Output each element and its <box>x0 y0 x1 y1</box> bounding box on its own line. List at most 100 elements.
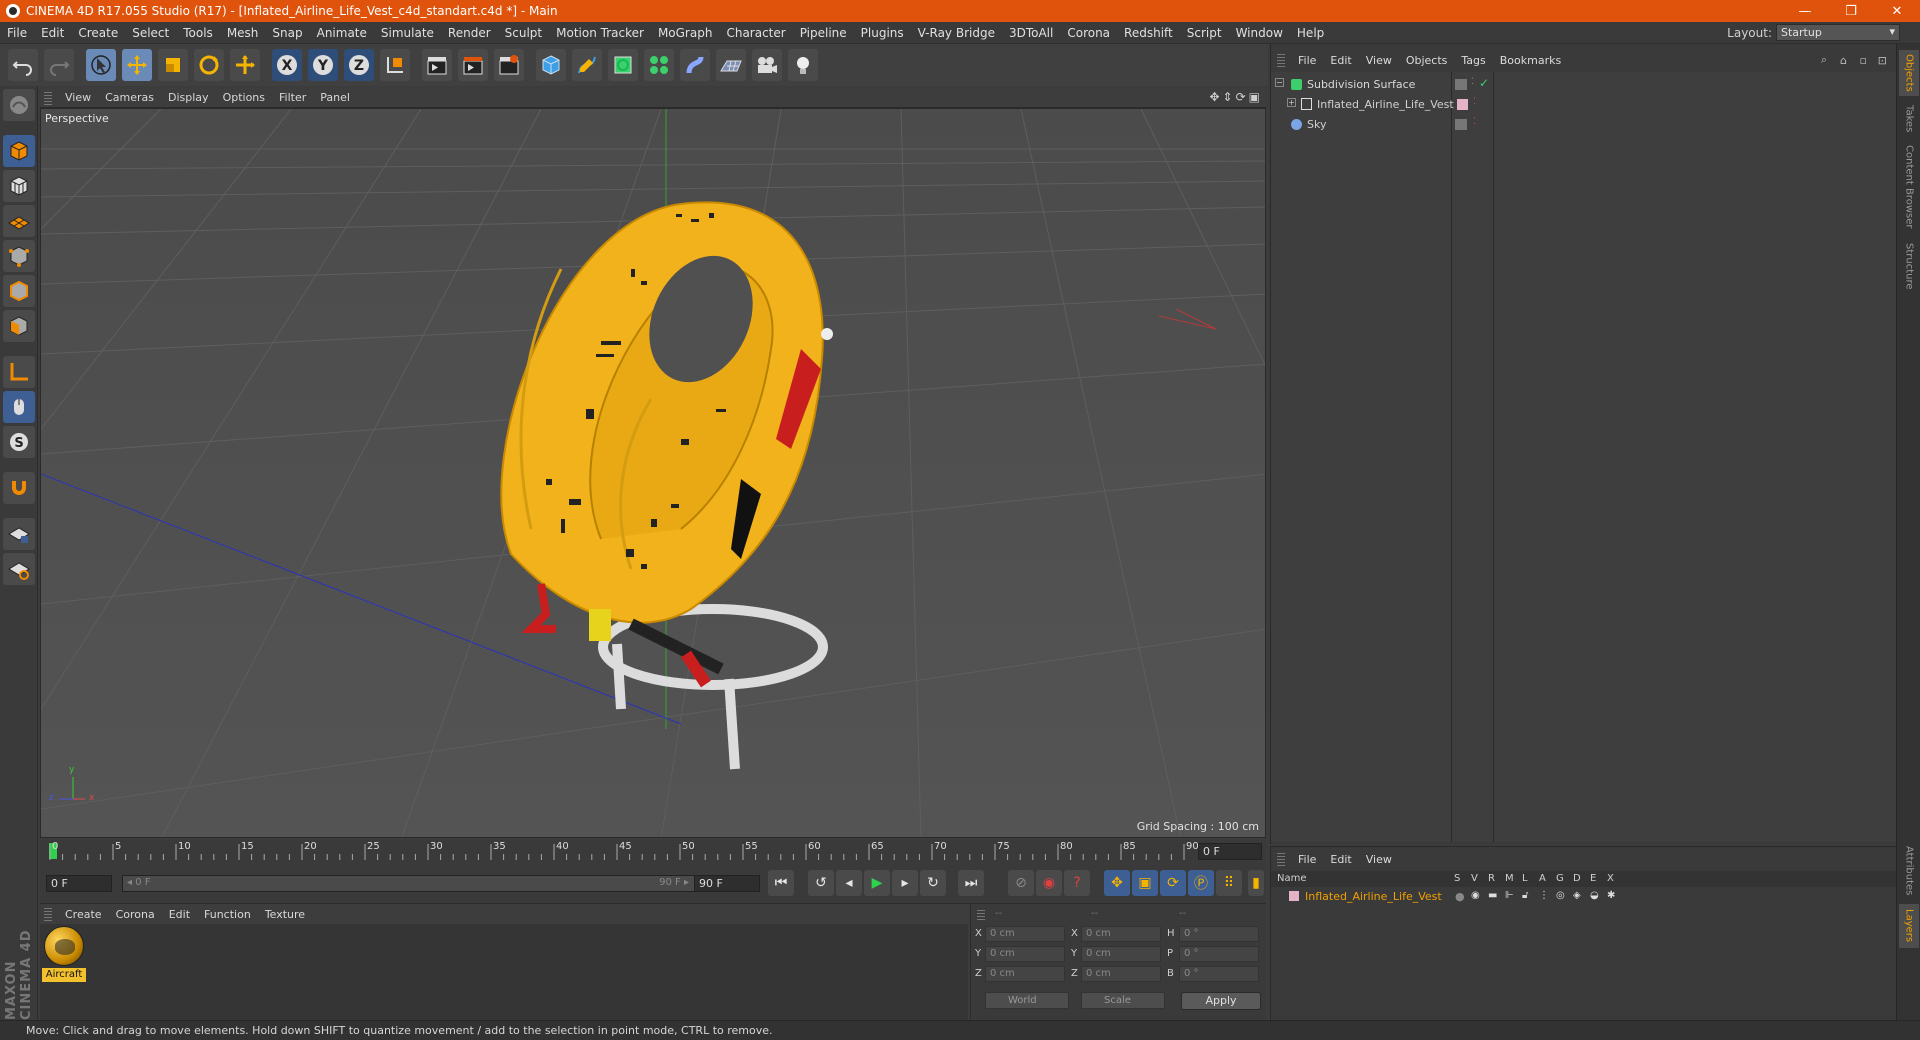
end-frame-field[interactable]: 90 F <box>694 875 760 892</box>
menu-sculpt[interactable]: Sculpt <box>498 26 549 40</box>
render-icon[interactable]: ▬ <box>1488 890 1497 901</box>
rotate-tool-button[interactable] <box>194 49 224 81</box>
record-active-objects-button[interactable]: ⊘ <box>1008 870 1034 896</box>
redo-button[interactable] <box>44 49 74 81</box>
om-menu-file[interactable]: File <box>1291 54 1323 67</box>
key-parameter-button[interactable]: Ⓟ <box>1188 870 1214 896</box>
cloner-button[interactable] <box>644 49 674 81</box>
scale-tool-button[interactable] <box>158 49 188 81</box>
go-to-start-button[interactable]: ⏮ <box>768 870 794 896</box>
col-solo[interactable]: S <box>1454 873 1460 884</box>
points-mode-button[interactable] <box>2 240 35 272</box>
orbit-view-icon[interactable]: ⟳ <box>1236 90 1246 104</box>
material-menu-create[interactable]: Create <box>58 908 109 921</box>
tab-layers[interactable]: Layers <box>1899 904 1919 948</box>
col-xref[interactable]: X <box>1607 873 1614 884</box>
menu-plugins[interactable]: Plugins <box>854 26 911 40</box>
tab-attributes[interactable]: Attributes <box>1899 844 1919 898</box>
layout-select[interactable]: Startup <box>1776 24 1900 41</box>
menu-render[interactable]: Render <box>441 26 498 40</box>
camera-button[interactable] <box>752 49 782 81</box>
menu-vray-bridge[interactable]: V-Ray Bridge <box>911 26 1002 40</box>
tab-takes[interactable]: Takes <box>1899 102 1919 136</box>
visibility-dots-icon[interactable]: ⁚ <box>1471 77 1474 87</box>
render-settings-button[interactable] <box>494 49 524 81</box>
col-expressions[interactable]: E <box>1590 873 1596 884</box>
lm-menu-edit[interactable]: Edit <box>1323 853 1358 866</box>
pen-spline-button[interactable] <box>572 49 602 81</box>
play-button[interactable]: ▶ <box>864 870 890 896</box>
eye-icon[interactable]: ◉ <box>1471 890 1480 901</box>
col-render[interactable]: R <box>1488 873 1495 884</box>
menu-redshift[interactable]: Redshift <box>1117 26 1180 40</box>
size-mode-dropdown[interactable]: Scale <box>1081 992 1165 1009</box>
tweak-mode-button[interactable] <box>2 391 35 423</box>
menu-edit[interactable]: Edit <box>34 26 71 40</box>
menu-script[interactable]: Script <box>1180 26 1229 40</box>
snap-button[interactable] <box>2 472 35 504</box>
viewport-camera-label[interactable]: Perspective <box>45 112 109 125</box>
expression-icon[interactable]: ◒ <box>1590 890 1599 901</box>
visibility-dots-icon[interactable]: ⁚ <box>1473 97 1476 107</box>
rot-p-field[interactable]: 0 ° <box>1179 946 1259 962</box>
expand-toggle-icon[interactable]: + <box>1287 98 1296 107</box>
search-icon[interactable]: ⌕ <box>1821 53 1827 67</box>
menu-mograph[interactable]: MoGraph <box>651 26 720 40</box>
x-axis-lock-button[interactable]: X <box>272 49 302 81</box>
viewport-menu-options[interactable]: Options <box>216 91 272 104</box>
object-name[interactable]: Sky <box>1307 118 1326 131</box>
viewport-menu-filter[interactable]: Filter <box>272 91 313 104</box>
autokeying-button[interactable]: ◉ <box>1036 870 1062 896</box>
key-rotation-button[interactable]: ⟳ <box>1160 870 1186 896</box>
live-selection-button[interactable] <box>86 49 116 81</box>
workplane-mode-button[interactable] <box>2 205 35 237</box>
lm-menu-file[interactable]: File <box>1291 853 1323 866</box>
z-axis-lock-button[interactable]: Z <box>344 49 374 81</box>
restore-button[interactable]: ❐ <box>1828 0 1874 22</box>
menu-pipeline[interactable]: Pipeline <box>793 26 854 40</box>
undo-button[interactable] <box>8 49 38 81</box>
col-deformers[interactable]: D <box>1573 873 1581 884</box>
material-menu-corona[interactable]: Corona <box>109 908 162 921</box>
om-menu-edit[interactable]: Edit <box>1323 54 1358 67</box>
layer-color-swatch[interactable] <box>1289 891 1299 901</box>
minimize-button[interactable]: — <box>1782 0 1828 22</box>
sculpt-mode-button[interactable] <box>2 89 35 121</box>
transform-tool-button[interactable] <box>230 49 260 81</box>
menu-tools[interactable]: Tools <box>176 26 220 40</box>
key-position-button[interactable]: ✥ <box>1104 870 1130 896</box>
object-row-subdivision[interactable]: − Subdivision Surface ⁚ ✓ <box>1271 76 1897 94</box>
viewport-menu-cameras[interactable]: Cameras <box>98 91 161 104</box>
viewport-menu-display[interactable]: Display <box>161 91 216 104</box>
key-scale-button[interactable]: ▣ <box>1132 870 1158 896</box>
previous-key-button[interactable]: ↺ <box>808 870 834 896</box>
menu-help[interactable]: Help <box>1290 26 1331 40</box>
planar-workplane-button[interactable] <box>2 553 35 585</box>
size-x-field[interactable]: 0 cm <box>1081 926 1161 942</box>
panel-grip[interactable] <box>977 908 985 920</box>
menu-3dtoall[interactable]: 3DToAll <box>1002 26 1060 40</box>
tab-objects[interactable]: Objects <box>1899 50 1919 96</box>
layer-row[interactable]: Inflated_Airline_Life_Vest ● ◉ ▬ ⊩ 🔓︎ ⋮ … <box>1271 887 1897 905</box>
solo-mode-button[interactable]: S <box>2 426 35 458</box>
material-menu-edit[interactable]: Edit <box>162 908 197 921</box>
key-pla-button[interactable]: ⠿ <box>1216 870 1242 896</box>
menu-window[interactable]: Window <box>1229 26 1290 40</box>
deformer-button[interactable] <box>680 49 710 81</box>
tab-content-browser[interactable]: Content Browser <box>1899 142 1919 232</box>
size-y-field[interactable]: 0 cm <box>1081 946 1161 962</box>
rot-b-field[interactable]: 0 ° <box>1179 966 1259 982</box>
menu-motion-tracker[interactable]: Motion Tracker <box>549 26 651 40</box>
timeline-ruler[interactable]: 0 5 10 15 20 25 30 35 40 45 50 55 60 65 70 75 80 85 90 0 F <box>40 840 1266 864</box>
layer-name[interactable]: Inflated_Airline_Life_Vest <box>1305 890 1442 903</box>
cube-object-button[interactable] <box>536 49 566 81</box>
render-view-button[interactable] <box>422 49 452 81</box>
menu-mesh[interactable]: Mesh <box>220 26 266 40</box>
model-mode-button[interactable] <box>2 135 35 167</box>
object-name[interactable]: Subdivision Surface <box>1307 78 1415 91</box>
menu-animate[interactable]: Animate <box>310 26 374 40</box>
close-button[interactable]: ✕ <box>1874 0 1920 22</box>
menu-create[interactable]: Create <box>71 26 125 40</box>
start-frame-field[interactable]: 0 F <box>46 875 112 892</box>
material-menu-texture[interactable]: Texture <box>258 908 312 921</box>
